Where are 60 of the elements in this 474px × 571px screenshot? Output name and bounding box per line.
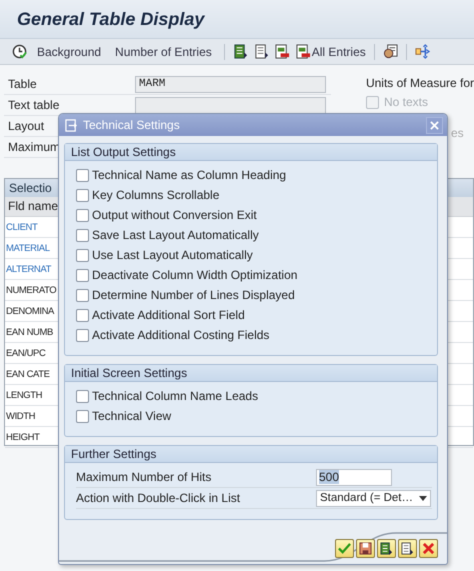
option-checkbox[interactable]: Determine Number of Lines Displayed	[76, 285, 437, 305]
table-cell: CLIENT	[5, 222, 38, 232]
table-cell: WIDTH	[5, 410, 36, 422]
option-checkbox[interactable]: Technical View	[76, 406, 437, 426]
close-icon	[430, 120, 439, 130]
option-checkbox[interactable]: Save Last Layout Automatically	[76, 225, 437, 245]
table-cell: EAN NUMB	[5, 326, 53, 338]
setting-label: Maximum Number of Hits	[76, 470, 212, 484]
checkmark-icon	[338, 542, 351, 555]
input-field[interactable]: 500	[316, 468, 392, 486]
clock-icon[interactable]	[12, 44, 27, 59]
document-icon[interactable]	[254, 44, 269, 59]
group-title: Initial Screen Settings	[65, 365, 437, 382]
table-cell: ALTERNAT	[5, 264, 52, 274]
dropdown[interactable]: Standard (= Det…	[316, 490, 431, 506]
confirm-button[interactable]	[335, 539, 354, 558]
field-label: Maximum	[8, 140, 60, 154]
document-icon[interactable]	[232, 44, 248, 59]
dialog-title: Technical Settings	[83, 118, 181, 132]
toolbar-button[interactable]: Number of Entries	[111, 44, 216, 58]
field-label: Table	[8, 77, 37, 91]
option-checkbox[interactable]: Activate Additional Sort Field	[76, 305, 437, 325]
close-icon	[422, 542, 435, 555]
save-button[interactable]	[356, 539, 375, 558]
document-icon	[296, 44, 311, 59]
close-button[interactable]	[426, 116, 443, 134]
input-field[interactable]: MARM	[135, 76, 326, 92]
app-title: General Table Display	[17, 8, 204, 30]
document-button[interactable]	[377, 539, 396, 558]
dialog-icon	[65, 118, 78, 132]
table-cell: HEIGHT	[5, 432, 40, 442]
field-label: Text table	[8, 98, 60, 112]
toolbar-button[interactable]: Background	[33, 44, 106, 58]
table-description: Units of Measure for	[366, 76, 474, 90]
network-icon[interactable]	[414, 44, 430, 59]
cancel-button[interactable]	[419, 539, 438, 558]
document-icon[interactable]	[274, 44, 290, 59]
table-cell: EAN/UPC	[5, 348, 46, 358]
document-icon	[380, 542, 393, 555]
caret-icon	[419, 496, 427, 500]
document-icon	[401, 542, 414, 555]
option-checkbox[interactable]: Activate Additional Costing Fields	[76, 325, 437, 345]
table-cell: MATERIAL	[5, 242, 50, 254]
document-button[interactable]	[398, 539, 417, 558]
table-cell: NUMERATO	[5, 284, 56, 296]
group-title: List Output Settings	[65, 144, 437, 161]
table-cell: DENOMINA	[5, 306, 54, 316]
input-field[interactable]	[135, 96, 326, 114]
table-cell: LENGTH	[5, 390, 42, 400]
all-entries-button[interactable]: All Entries	[296, 44, 366, 59]
option-checkbox[interactable]: Deactivate Column Width Optimization	[76, 265, 437, 285]
group-title: Further Settings	[65, 446, 437, 463]
settings-icon[interactable]	[382, 44, 398, 59]
table-cell: EAN CATE	[5, 368, 50, 380]
field-label: es	[450, 126, 465, 140]
option-checkbox[interactable]: Technical Column Name Leads	[76, 386, 437, 406]
save-icon	[359, 542, 372, 555]
option-checkbox[interactable]: Use Last Layout Automatically	[76, 245, 437, 265]
field-label: Layout	[8, 119, 44, 133]
setting-label: Action with Double-Click in List	[76, 491, 242, 505]
